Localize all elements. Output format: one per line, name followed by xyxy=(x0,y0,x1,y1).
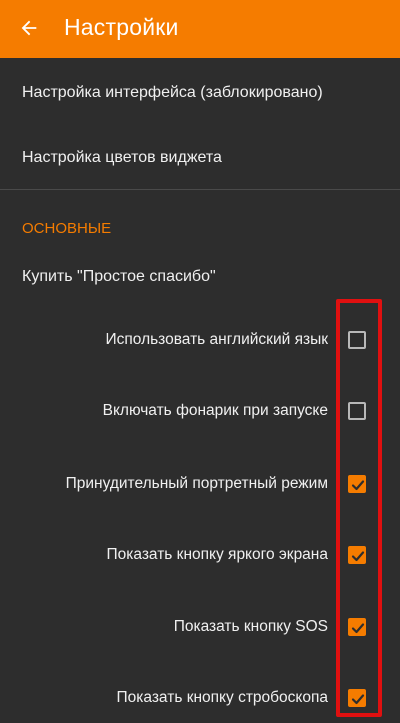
arrow-back-icon xyxy=(21,20,37,36)
settings-item-label: Купить "Простое спасибо" xyxy=(22,268,216,285)
divider xyxy=(0,189,400,190)
checkbox-label: Показать кнопку яркого экрана xyxy=(106,546,328,563)
settings-item-buy[interactable]: Купить "Простое спасибо" xyxy=(0,267,400,287)
checkbox-label: Показать кнопку стробоскопа xyxy=(116,689,329,706)
checkbox-label: Использовать английский язык xyxy=(105,331,329,348)
section-header-basic: ОСНОВНЫЕ xyxy=(22,220,112,237)
checkbox-label: Показать кнопку SOS xyxy=(173,618,328,635)
red-highlight-frame xyxy=(336,299,382,717)
checkbox-label: Принудительный портретный режим xyxy=(65,475,328,492)
settings-item-label: Настройка цветов виджета xyxy=(22,149,222,166)
settings-item-widget-colors[interactable]: Настройка цветов виджета xyxy=(0,148,400,168)
settings-item-label: Настройка интерфейса (заблокировано) xyxy=(22,84,323,101)
checkbox-label: Включать фонарик при запуске xyxy=(102,402,328,419)
app-bar: Настройки xyxy=(0,0,400,58)
back-button[interactable] xyxy=(14,13,44,43)
settings-item-interface[interactable]: Настройка интерфейса (заблокировано) xyxy=(0,83,400,103)
page-title: Настройки xyxy=(64,14,179,40)
